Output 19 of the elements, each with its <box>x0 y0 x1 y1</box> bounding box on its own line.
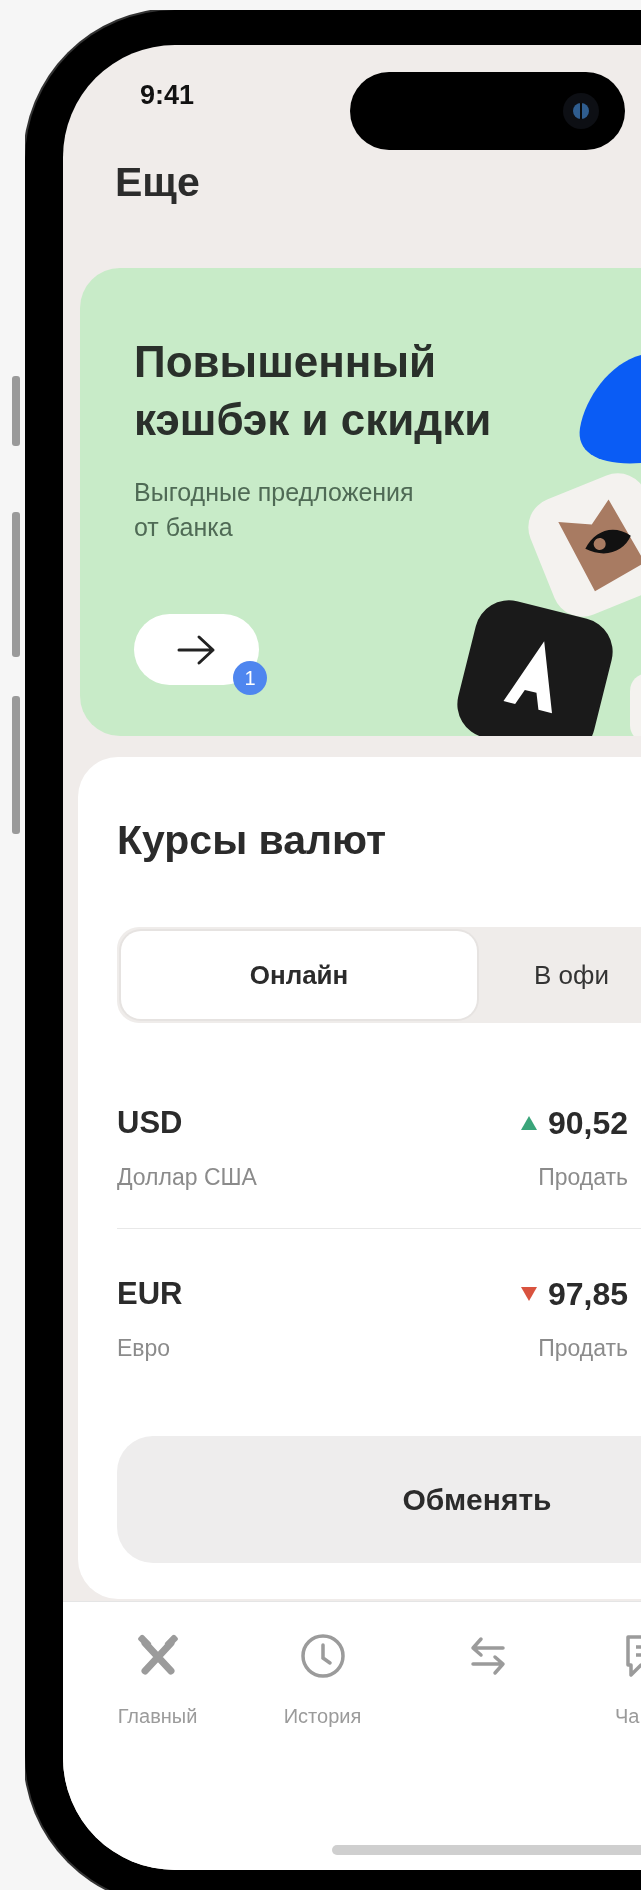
rate-label: Продать <box>537 1163 628 1192</box>
segment-tab[interactable]: Онлайн <box>121 931 477 1019</box>
notification-badge: 1 <box>233 661 267 695</box>
exchange-button[interactable]: Обменять <box>117 1436 641 1563</box>
promo-subtitle: Выгодные предложения от банка <box>134 477 415 543</box>
promo-banner[interactable]: Повышенный кэшбэк и скидки Выгодные предложения от банка 1 <box>80 268 641 736</box>
currency-name: Доллар США <box>117 1163 258 1192</box>
currency-name: Евро <box>117 1334 172 1363</box>
page-title: Еще <box>115 158 201 207</box>
status-time: 9:41 <box>140 80 196 110</box>
clock-icon <box>299 1633 346 1679</box>
currency-code: USD <box>117 1105 184 1141</box>
promo-title: Повышенный кэшбэк и скидки <box>134 336 493 446</box>
rate-value: 97,85 <box>547 1276 628 1312</box>
currency-code: EUR <box>117 1276 184 1312</box>
section-title: Курсы валют <box>117 816 388 865</box>
rate-value: 90,52 <box>547 1105 628 1141</box>
segment-tab[interactable]: В офи <box>477 931 609 1019</box>
rate-label: Продать <box>537 1334 628 1363</box>
